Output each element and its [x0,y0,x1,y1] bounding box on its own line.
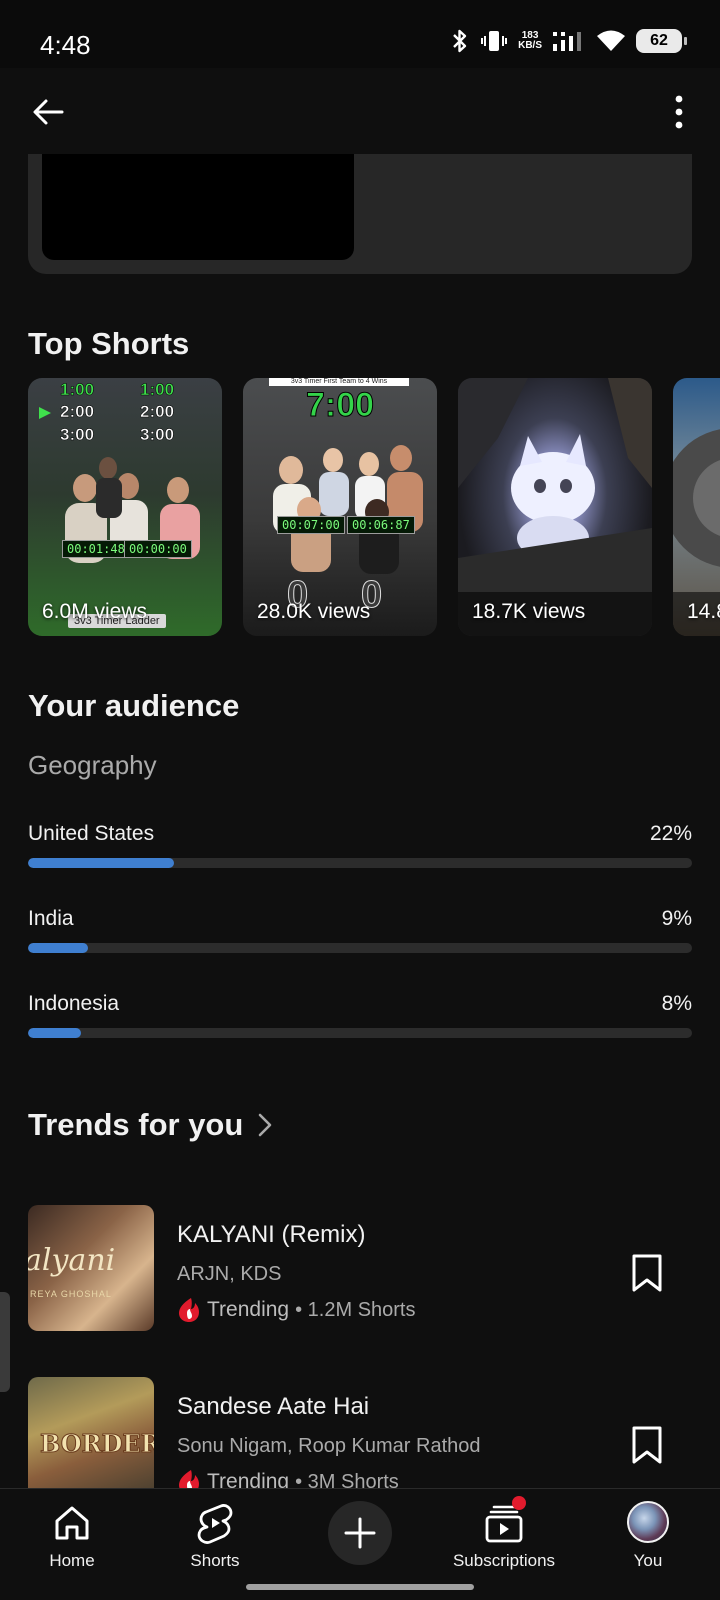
trend-name: KALYANI (Remix) [177,1221,366,1248]
top-shorts-carousel[interactable]: 1:00 1:00 2:00 2:00 3:00 3:00 00:01:48 0… [28,378,720,638]
status-bar: 4:48 183 KB/S 62 [0,0,720,68]
country-percent: 22% [649,822,692,845]
nav-shorts-label: Shorts [190,1551,240,1570]
bluetooth-icon [453,29,467,53]
bookmark-icon[interactable] [630,1425,664,1465]
network-speed-unit: KB/S [518,40,542,51]
tire-thumbnail [673,429,720,567]
short-card[interactable]: 14.8 [673,378,720,636]
trend-artists: ARJN, KDS [177,1263,282,1285]
people-silhouettes [65,457,200,563]
trend-item[interactable]: BORDER Sandese Aate Hai Sonu Nigam, Roop… [28,1377,692,1505]
trending-label: Trending [207,1298,290,1321]
trend-artwork: alyani REYA GHOSHAL [28,1205,154,1331]
short-views: 28.0K views [257,600,371,623]
geo-row: India 9% [28,907,692,967]
progress-track [28,943,692,953]
trends-header[interactable]: Trends for you [28,1107,273,1143]
edge-panel-handle[interactable] [0,1292,10,1392]
create-button[interactable] [328,1501,392,1565]
nav-home-label: Home [49,1551,95,1570]
battery-icon: 62 [636,29,687,53]
avatar [627,1501,669,1543]
chevron-right-icon [259,1113,272,1137]
art-title: alyani [28,1243,116,1278]
timer-display: 00:00:00 [124,540,192,558]
overlay-line: 1:00 [60,380,95,400]
country-percent: 8% [661,992,692,1015]
status-icons: 183 KB/S 62 [450,28,687,54]
analytics-card-partial [28,154,692,274]
network-speed: 183 KB/S [518,31,542,51]
play-marker-icon [39,407,51,419]
country-name: Indonesia [28,992,120,1015]
card-thumbnail [42,154,354,260]
nav-you-label: You [633,1551,663,1570]
trend-meta: Trending • 1.2M Shorts [177,1297,416,1323]
art-subtitle: REYA GHOSHAL [30,1289,112,1299]
audience-title: Your audience [28,688,240,723]
big-timer: 7:00 [305,386,375,425]
plus-icon [344,1517,376,1549]
back-arrow-icon[interactable] [28,92,68,132]
status-time: 4:48 [40,30,91,60]
overlay-line: 1:00 [140,380,175,400]
geography-subtitle: Geography [28,750,157,780]
notification-dot [512,1496,526,1510]
trend-shorts-count: • 1.2M Shorts [295,1298,416,1321]
short-views: 14.8 [687,600,720,623]
home-icon [55,1506,89,1540]
wifi-icon [597,30,625,51]
more-vertical-icon[interactable] [674,94,684,130]
short-views: 6.0M views [42,600,148,623]
timer-display: 00:01:48 [62,540,130,558]
nav-subscriptions-label: Subscriptions [452,1551,556,1570]
progress-fill [28,858,175,868]
timer-display: 00:06:87 [347,516,415,534]
short-card[interactable]: 18.7K views [458,378,652,636]
country-name: India [28,907,74,930]
nav-shorts[interactable]: Shorts [155,1501,275,1571]
geo-row: Indonesia 8% [28,992,692,1052]
nav-home[interactable]: Home [12,1501,132,1571]
progress-fill [28,1028,82,1038]
country-percent: 9% [661,907,692,930]
home-indicator [246,1584,474,1590]
country-name: United States [28,822,155,845]
trend-name: Sandese Aate Hai [177,1393,370,1420]
trends-title: Trends for you [28,1107,244,1142]
art-title: BORDER [40,1429,154,1459]
short-card[interactable]: 1:00 1:00 2:00 2:00 3:00 3:00 00:01:48 0… [28,378,222,636]
geo-row: United States 22% [28,822,692,882]
signal-icon [553,32,581,51]
shorts-icon [197,1504,233,1544]
short-views: 18.7K views [472,600,586,623]
nav-subscriptions[interactable]: Subscriptions [444,1501,564,1571]
timer-display: 00:07:00 [277,516,345,534]
overlay-line: 2:00 [60,402,95,422]
overlay-line: 2:00 [140,402,175,422]
trend-item[interactable]: alyani REYA GHOSHAL KALYANI (Remix) ARJN… [28,1205,692,1333]
progress-track [28,858,692,868]
progress-fill [28,943,88,953]
progress-track [28,1028,692,1038]
trend-artwork: BORDER [28,1377,154,1503]
top-shorts-title: Top Shorts [28,326,190,361]
app-bar [0,68,720,154]
nav-you[interactable]: You [588,1501,708,1571]
video-banner: 3v3 Timer First Team to 4 Wins [269,378,409,386]
trend-artists: Sonu Nigam, Roop Kumar Rathod [177,1435,481,1457]
people-silhouettes [273,445,423,574]
bookmark-icon[interactable] [630,1253,664,1293]
trending-icon [179,1298,199,1322]
overlay-line: 3:00 [60,425,95,445]
short-card[interactable]: 3v3 Timer First Team to 4 Wins 7:00 00:0… [243,378,437,636]
overlay-line: 3:00 [140,425,175,445]
vibrate-icon [481,31,508,51]
